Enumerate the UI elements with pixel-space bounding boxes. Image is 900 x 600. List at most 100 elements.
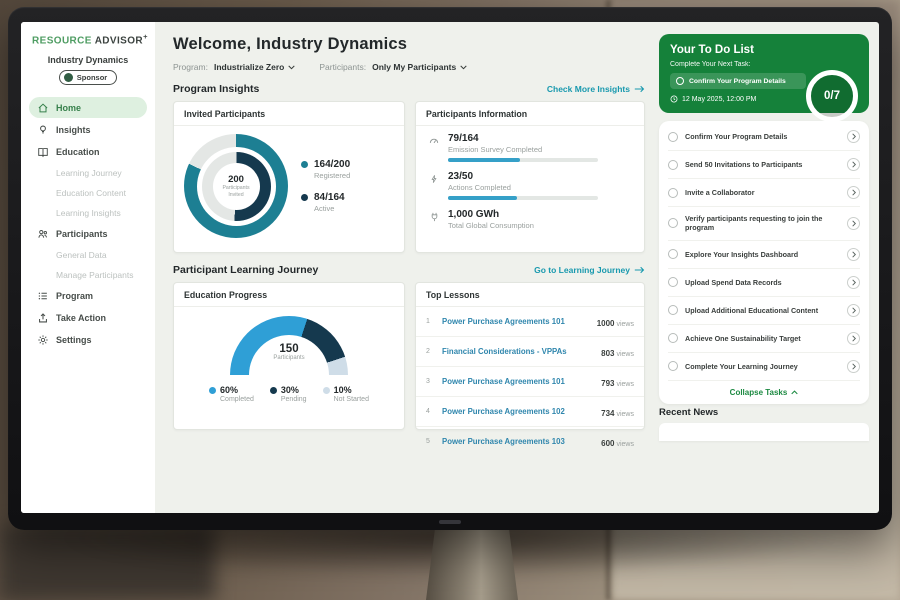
sidebar-item-learning-insights[interactable]: Learning Insights [29,203,147,222]
people-icon [37,228,49,240]
chevron-right-icon[interactable] [847,217,860,230]
todo-task[interactable]: Upload Spend Data Records [668,269,860,297]
upload-icon [37,312,49,324]
book-icon [37,146,49,158]
task-checkbox[interactable] [668,218,678,228]
chevron-right-icon[interactable] [847,130,860,143]
page-title: Welcome, Industry Dynamics [173,35,645,54]
legend-dot [323,387,330,394]
lesson-link[interactable]: Power Purchase Agreements 103 [442,437,593,446]
task-checkbox[interactable] [668,305,678,315]
sidebar-item-participants[interactable]: Participants [29,223,147,244]
task-checkbox[interactable] [668,249,678,259]
filter-bar: Program: Industrialize Zero Participants… [173,62,645,72]
donut-center-label: Participants Invited [219,185,253,198]
go-to-learning-journey-link[interactable]: Go to Learning Journey [534,265,645,275]
chevron-right-icon[interactable] [847,360,860,373]
task-checkbox[interactable] [668,188,678,198]
lesson-link[interactable]: Power Purchase Agreements 101 [442,317,589,326]
sidebar-item-manage-participants[interactable]: Manage Participants [29,265,147,284]
todo-task[interactable]: Upload Additional Educational Content [668,297,860,325]
learning-journey-header: Participant Learning Journey Go to Learn… [173,264,645,276]
todo-column: Your To Do List Complete Your Next Task:… [657,22,879,513]
sidebar-item-general-data[interactable]: General Data [29,245,147,264]
todo-summary-card: Your To Do List Complete Your Next Task:… [659,34,869,113]
todo-task[interactable]: Confirm Your Program Details [668,123,860,151]
plug-icon [428,211,440,230]
task-checkbox[interactable] [668,333,678,343]
check-more-insights-link[interactable]: Check More Insights [547,84,645,94]
task-checkbox[interactable] [668,277,678,287]
program-select[interactable]: Industrialize Zero [214,62,295,72]
gauge-icon [428,135,440,162]
program-insights-header: Program Insights Check More Insights [173,83,645,95]
chevron-right-icon[interactable] [847,304,860,317]
todo-task[interactable]: Send 50 Invitations to Participants [668,151,860,179]
home-icon [37,102,49,114]
sponsor-label: Sponsor [77,73,107,82]
sidebar-item-label: Home [56,103,81,113]
todo-tasks-card: Confirm Your Program Details Send 50 Inv… [659,121,869,404]
collapse-tasks-button[interactable]: Collapse Tasks [668,381,860,402]
task-checkbox[interactable] [668,361,678,371]
recent-news-title: Recent News [659,407,869,418]
todo-task[interactable]: Invite a Collaborator [668,179,860,207]
todo-subtitle: Complete Your Next Task: [670,61,858,68]
legend-dot [270,387,277,394]
task-checkbox[interactable] [668,132,678,142]
chevron-right-icon[interactable] [847,186,860,199]
arrow-right-icon [634,85,645,93]
task-checkbox[interactable] [676,77,684,85]
todo-task[interactable]: Complete Your Learning Journey [668,353,860,381]
todo-title: Your To Do List [670,44,858,56]
program-insights-cards: Invited Participants 200 Participants In… [173,101,645,253]
sidebar-item-settings[interactable]: Settings [29,329,147,350]
chevron-right-icon[interactable] [847,158,860,171]
next-task-chip[interactable]: Confirm Your Program Details [670,73,806,89]
lesson-row: 1 Power Purchase Agreements 101 1000view… [416,307,644,337]
gauge-legend: 60% Completed 30% Pending 10% Not Starte… [209,385,369,403]
brand-secondary: ADVISOR [95,35,143,46]
clock-icon [670,95,678,103]
program-filter-label: Program: [173,62,208,72]
sidebar-item-program[interactable]: Program [29,285,147,306]
todo-task[interactable]: Verify participants requesting to join t… [668,207,860,241]
task-checkbox[interactable] [668,160,678,170]
todo-task[interactable]: Explore Your Insights Dashboard [668,241,860,269]
section-title: Program Insights [173,83,259,95]
info-row: 1,000 GWh Total Global Consumption [428,209,632,230]
legend-item: 60% Completed [209,385,254,403]
lesson-row: 4 Power Purchase Agreements 102 734views [416,397,644,427]
lessons-list: 1 Power Purchase Agreements 101 1000view… [416,307,644,456]
gear-icon [37,334,49,346]
sidebar-item-label: Settings [56,335,92,345]
card-title: Invited Participants [174,102,404,126]
legend-item: 84/164 Active [301,192,350,213]
invited-participants-donut: 200 Participants Invited [184,134,288,238]
main-content: Welcome, Industry Dynamics Program: Indu… [155,22,657,513]
invited-participants-card: Invited Participants 200 Participants In… [173,101,405,253]
chevron-right-icon[interactable] [847,332,860,345]
sidebar-item-education-content[interactable]: Education Content [29,183,147,202]
participants-select[interactable]: Only My Participants [372,62,467,72]
todo-progress-ring: 0/7 [806,70,858,122]
top-lessons-card: Top Lessons 1 Power Purchase Agreements … [415,282,645,430]
sidebar-item-insights[interactable]: Insights [29,119,147,140]
donut-legend: 164/200 Registered 84/164 Active [301,159,350,213]
lesson-link[interactable]: Financial Considerations - VPPAs [442,347,593,356]
chevron-down-icon [460,65,467,70]
education-gauge: 150 Participants [230,316,348,376]
card-title: Education Progress [174,283,404,307]
sidebar-item-education[interactable]: Education [29,141,147,162]
lesson-row: 3 Power Purchase Agreements 101 793views [416,367,644,397]
chevron-right-icon[interactable] [847,248,860,261]
lesson-link[interactable]: Power Purchase Agreements 102 [442,407,593,416]
lesson-link[interactable]: Power Purchase Agreements 101 [442,377,593,386]
todo-task[interactable]: Achieve One Sustainability Target [668,325,860,353]
sidebar-item-take-action[interactable]: Take Action [29,307,147,328]
legend-item: 10% Not Started [323,385,369,403]
sidebar-item-home[interactable]: Home [29,97,147,118]
legend-item: 30% Pending [270,385,307,403]
sidebar-item-learning-journey[interactable]: Learning Journey [29,163,147,182]
chevron-right-icon[interactable] [847,276,860,289]
